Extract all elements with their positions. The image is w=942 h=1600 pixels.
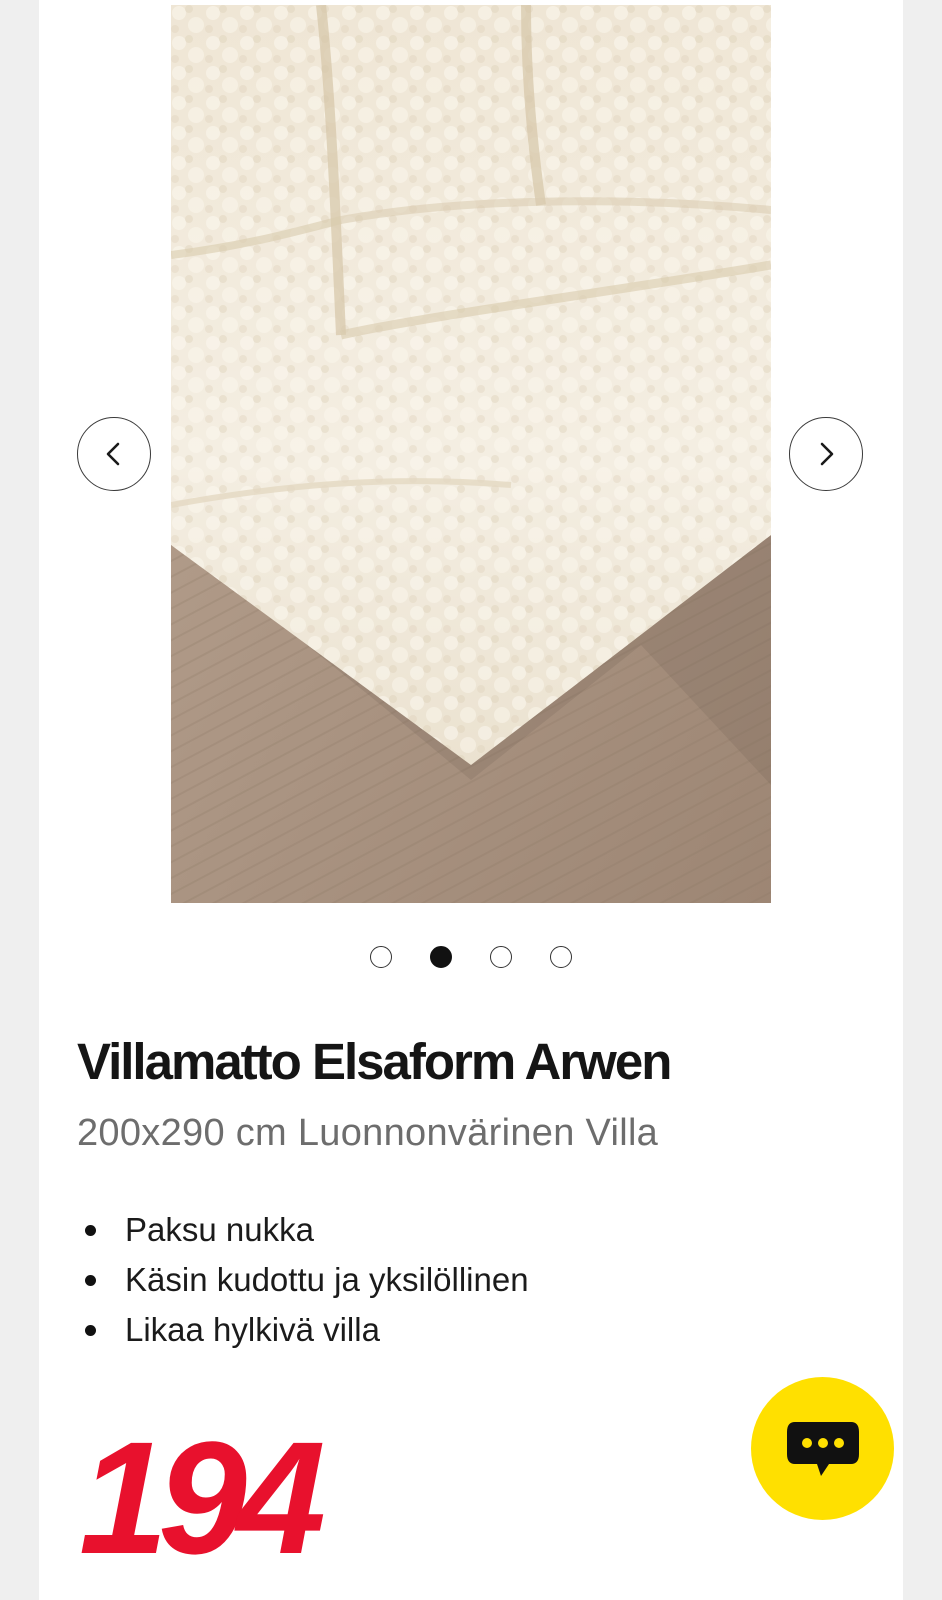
chevron-left-icon xyxy=(106,442,120,466)
chat-button[interactable] xyxy=(751,1377,894,1520)
next-image-button[interactable] xyxy=(789,417,863,491)
previous-image-button[interactable] xyxy=(77,417,151,491)
feature-item: Likaa hylkivä villa xyxy=(77,1305,529,1355)
product-title: Villamatto Elsaform Arwen xyxy=(77,1033,672,1090)
pagination-dot[interactable] xyxy=(550,946,572,968)
pagination-dot[interactable] xyxy=(370,946,392,968)
feature-item: Paksu nukka xyxy=(77,1205,529,1255)
product-price: 194 xyxy=(79,1408,326,1587)
product-image[interactable] xyxy=(171,5,771,903)
pagination-dot[interactable] xyxy=(430,946,452,968)
pagination-dot[interactable] xyxy=(490,946,512,968)
wool-rug-photo xyxy=(171,5,771,903)
feature-list: Paksu nukka Käsin kudottu ja yksilölline… xyxy=(77,1205,529,1355)
product-card: Villamatto Elsaform Arwen 200x290 cm Luo… xyxy=(39,0,903,1600)
product-subtitle: 200x290 cm Luonnonvärinen Villa xyxy=(77,1112,659,1154)
chevron-right-icon xyxy=(820,442,834,466)
image-gallery xyxy=(39,0,903,910)
feature-item: Käsin kudottu ja yksilöllinen xyxy=(77,1255,529,1305)
chat-bubble-icon xyxy=(786,1421,859,1476)
gallery-pagination xyxy=(39,946,903,968)
